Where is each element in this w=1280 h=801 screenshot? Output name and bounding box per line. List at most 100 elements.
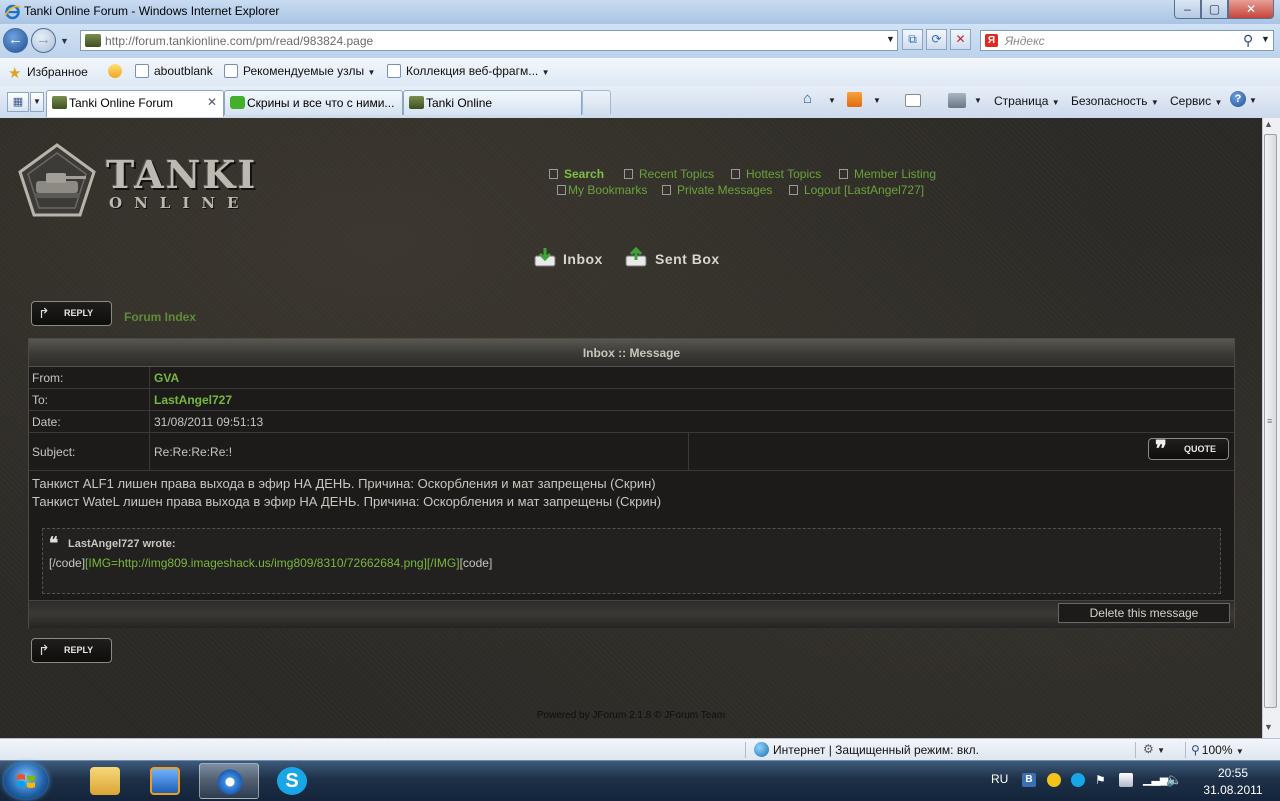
help-dropdown[interactable]: ▼	[1249, 96, 1257, 105]
to-value[interactable]: LastAngel727	[154, 393, 232, 407]
taskbar-skype-button[interactable]: S	[262, 763, 322, 799]
folder-icon	[90, 767, 120, 795]
compatibility-view-button[interactable]: ⧉	[902, 29, 923, 50]
skype-tray-icon[interactable]	[1071, 773, 1085, 787]
quick-tabs-button[interactable]: ▦	[7, 92, 29, 112]
recent-topics-icon	[624, 169, 633, 179]
column-divider	[149, 389, 150, 410]
search-icon[interactable]: ⚲	[1243, 32, 1253, 49]
fav-link-web-slice-gallery[interactable]: Коллекция веб-фрагм... ▼	[387, 64, 550, 78]
recent-pages-dropdown[interactable]: ▼	[60, 36, 69, 46]
status-bar: Интернет | Защищенный режим: вкл. ⚙ ▼ ⚲ 1…	[0, 738, 1280, 761]
taskbar-explorer-button[interactable]	[75, 763, 135, 799]
stop-button[interactable]: ✕	[950, 29, 971, 50]
logout-label: Logout [LastAngel727]	[804, 183, 925, 197]
fav-link-suggested-sites[interactable]: Рекомендуемые узлы ▼	[224, 64, 375, 78]
reply-button-top[interactable]: ↱ REPLY	[31, 301, 112, 326]
tab-list-button[interactable]: ▼	[30, 92, 44, 112]
from-value[interactable]: GVA	[154, 371, 179, 385]
mail-icon[interactable]	[905, 94, 921, 107]
clock-time[interactable]: 20:55	[1200, 766, 1266, 780]
zoom-level-value: 100%	[1201, 743, 1233, 757]
protected-mode-icon[interactable]: ⚙ ▼	[1143, 742, 1165, 756]
taskbar-media-player-button[interactable]	[135, 763, 195, 799]
tools-menu-label: Сервис	[1170, 94, 1212, 108]
tank-favicon-icon	[52, 96, 67, 109]
print-icon[interactable]	[948, 93, 966, 108]
search-link[interactable]: Search	[549, 167, 604, 181]
help-icon[interactable]: ?	[1230, 91, 1246, 107]
recent-topics-link[interactable]: Recent Topics	[624, 167, 714, 181]
search-provider-dropdown[interactable]: ▼	[1261, 34, 1270, 44]
minimize-button[interactable]: –	[1174, 0, 1201, 19]
chevron-down-icon: ▼	[1214, 98, 1223, 107]
page-icon	[135, 64, 149, 78]
safety-menu[interactable]: Безопасность ▼	[1071, 94, 1159, 108]
add-favorite-button[interactable]	[108, 64, 127, 78]
column-divider	[688, 433, 689, 470]
address-input[interactable]: http://forum.tankionline.com/pm/read/983…	[80, 30, 898, 51]
search-link-label: Search	[564, 167, 605, 181]
forum-index-link[interactable]: Forum Index	[124, 310, 196, 324]
security-zone-text[interactable]: Интернет | Защищенный режим: вкл.	[773, 743, 979, 757]
print-dropdown[interactable]: ▼	[974, 96, 982, 105]
my-bookmarks-label: My Bookmarks	[568, 183, 648, 197]
private-messages-label: Private Messages	[677, 183, 773, 197]
powered-by-footer[interactable]: Powered by JForum 2.1.8 © JForum Team	[0, 710, 1262, 721]
forum-page: TANKI ONLINE Search Recent Topics Hottes…	[0, 118, 1262, 738]
page-icon	[387, 64, 401, 78]
ie-logo-icon	[4, 4, 21, 20]
date-value: 31/08/2011 09:51:13	[154, 415, 264, 429]
network-signal-icon[interactable]: ▁▃▅	[1143, 773, 1168, 787]
reply-button-bottom[interactable]: ↱ REPLY	[31, 638, 112, 663]
fav-link-label: Рекомендуемые узлы	[243, 64, 365, 78]
my-bookmarks-link[interactable]: My Bookmarks	[557, 183, 647, 197]
taskbar-ie-button[interactable]	[199, 763, 259, 799]
close-tab-icon[interactable]: ✕	[207, 95, 217, 109]
tab-tanki-online[interactable]: Tanki Online	[403, 90, 582, 115]
volume-icon[interactable]: 🔈	[1166, 773, 1182, 787]
quote-button[interactable]: ❞ QUOTE	[1148, 436, 1229, 462]
icq-tray-icon[interactable]	[1047, 773, 1061, 787]
tab-tanki-online-forum[interactable]: Tanki Online Forum ✕	[46, 90, 224, 117]
quote-text-img-tag[interactable]: [IMG=http://img809.imageshack.us/img809/…	[85, 556, 460, 570]
clock-date[interactable]: 31.08.2011	[1194, 783, 1272, 797]
hottest-topics-link[interactable]: Hottest Topics	[731, 167, 821, 181]
start-button[interactable]	[4, 763, 48, 799]
private-messages-link[interactable]: Private Messages	[662, 183, 772, 197]
logout-link[interactable]: Logout [LastAngel727]	[789, 183, 924, 197]
scroll-up-arrow-icon[interactable]: ▲	[1264, 119, 1273, 129]
refresh-button[interactable]: ⟳	[926, 29, 947, 50]
action-center-flag-icon[interactable]: ⚑	[1095, 773, 1109, 787]
fav-link-aboutblank[interactable]: aboutblank	[135, 64, 213, 78]
scroll-down-arrow-icon[interactable]: ▼	[1264, 722, 1273, 732]
network-monitor-icon[interactable]	[1119, 773, 1133, 787]
favorites-button[interactable]: ★ Избранное	[8, 64, 88, 82]
inbox-link[interactable]: Inbox	[563, 251, 603, 267]
home-dropdown[interactable]: ▼	[828, 96, 836, 105]
quote-text-code-open: [code]	[459, 556, 493, 570]
search-input[interactable]: Я Яндекс ⚲ ▼	[980, 30, 1274, 51]
tab-screenshots-thread[interactable]: Скрины и все что с ними...	[224, 90, 403, 115]
subject-row: Subject: Re:Re:Re:Re:!	[29, 433, 1234, 471]
rss-feed-icon[interactable]	[847, 92, 862, 107]
star-icon: ★	[8, 65, 22, 82]
vk-tray-icon[interactable]: B	[1022, 773, 1036, 787]
favorites-bar: ★ Избранное aboutblank Рекомендуемые узлы…	[0, 58, 1280, 87]
back-button[interactable]: ←	[3, 28, 28, 53]
sent-box-link[interactable]: Sent Box	[655, 251, 720, 267]
delete-message-button[interactable]: Delete this message	[1058, 603, 1230, 623]
member-listing-link[interactable]: Member Listing	[839, 167, 936, 181]
scrollbar-grip-icon: ≡	[1267, 416, 1273, 426]
maximize-button[interactable]: ▢	[1201, 0, 1228, 19]
input-language-indicator[interactable]: RU	[991, 772, 1008, 786]
tools-menu[interactable]: Сервис ▼	[1170, 94, 1222, 108]
home-icon[interactable]: ⌂	[803, 90, 821, 107]
page-menu[interactable]: Страница ▼	[994, 94, 1060, 108]
forward-button[interactable]: →	[31, 28, 56, 53]
address-dropdown[interactable]: ▼	[886, 34, 895, 44]
zoom-level-button[interactable]: ⚲ 100% ▼	[1191, 743, 1244, 757]
feeds-dropdown[interactable]: ▼	[873, 96, 881, 105]
close-window-button[interactable]: ✕	[1228, 0, 1274, 19]
new-tab-button[interactable]	[582, 90, 611, 114]
